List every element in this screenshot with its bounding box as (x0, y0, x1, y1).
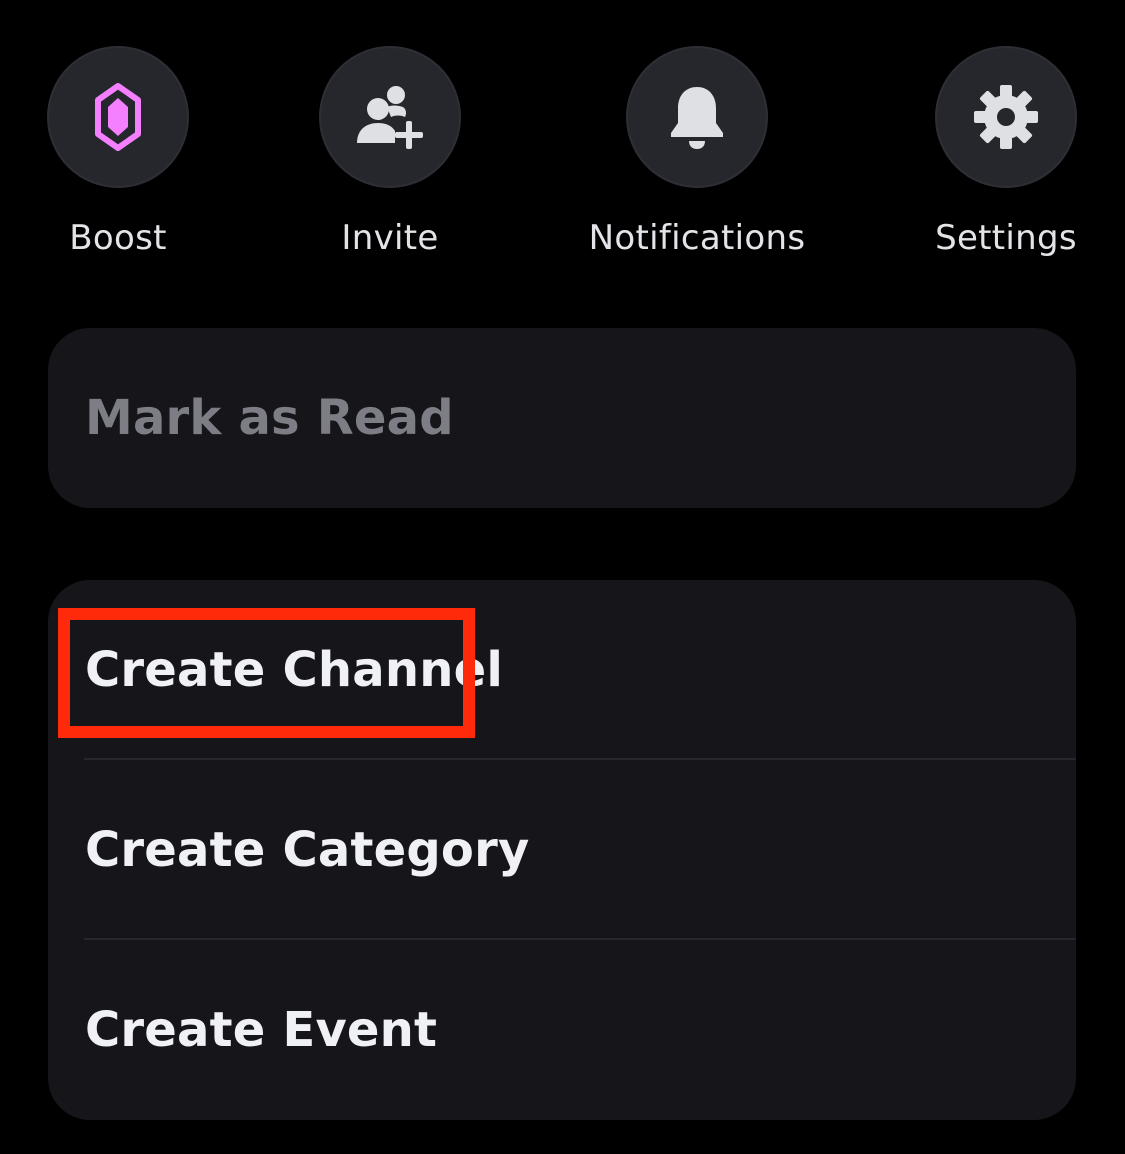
create-event-label: Create Event (85, 1002, 438, 1058)
invite-label: Invite (341, 218, 439, 258)
invite-button[interactable]: Invite (270, 46, 510, 276)
create-event-item[interactable]: Create Event (48, 940, 1076, 1120)
mark-as-read-label: Mark as Read (85, 390, 454, 446)
notifications-label: Notifications (588, 218, 806, 258)
mark-as-read-button[interactable]: Mark as Read (48, 328, 1076, 508)
notifications-circle (626, 46, 768, 188)
create-channel-item[interactable]: Create Channel (48, 580, 1076, 760)
add-person-icon (357, 86, 423, 149)
mark-as-read-card: Mark as Read (48, 328, 1076, 508)
notifications-button[interactable]: Notifications (577, 46, 817, 276)
create-category-item[interactable]: Create Category (48, 760, 1076, 940)
boost-label: Boost (69, 218, 167, 258)
gear-icon (974, 85, 1038, 149)
settings-circle (935, 46, 1077, 188)
invite-circle (319, 46, 461, 188)
create-category-label: Create Category (85, 822, 530, 878)
create-channel-label: Create Channel (85, 642, 503, 698)
server-menu-sheet: Boost Invite Notifications Settings Mark… (0, 0, 1125, 1154)
create-menu-card: Create Channel Create Category Create Ev… (48, 580, 1076, 1120)
bell-icon (671, 87, 723, 149)
boost-button[interactable]: Boost (0, 46, 238, 276)
settings-button[interactable]: Settings (886, 46, 1125, 276)
boost-circle (47, 46, 189, 188)
boost-gem-icon (95, 83, 141, 151)
settings-label: Settings (935, 218, 1077, 258)
